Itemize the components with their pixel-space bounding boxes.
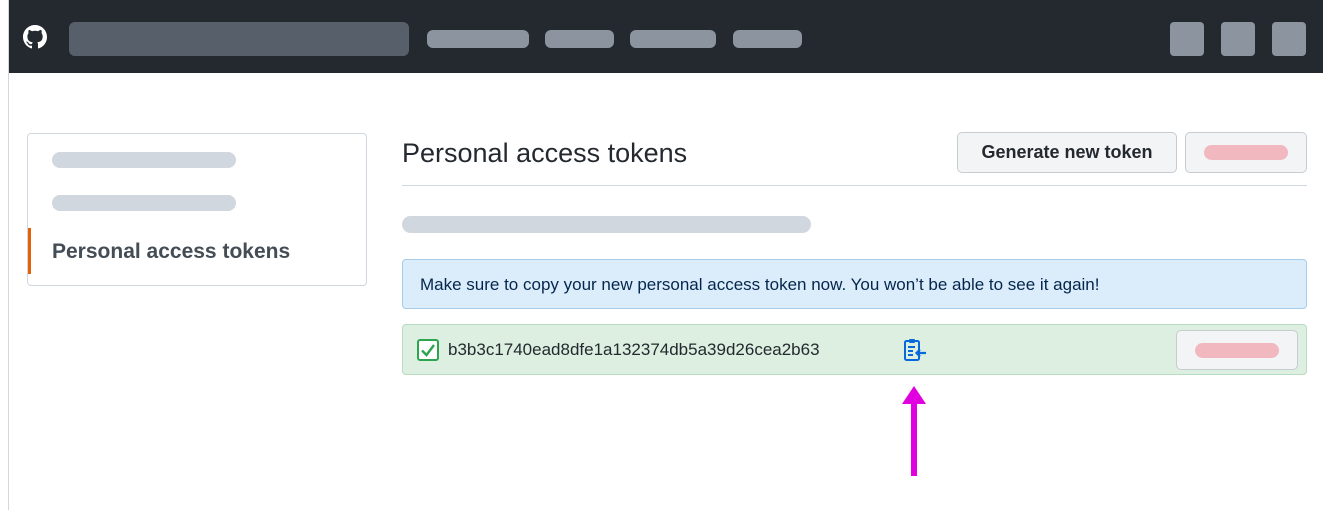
clipboard-copy-icon[interactable] — [902, 337, 928, 363]
page-title: Personal access tokens — [402, 138, 688, 168]
user-avatar[interactable] — [1272, 22, 1306, 56]
nav-link-3[interactable] — [630, 30, 716, 48]
description-placeholder — [402, 216, 811, 233]
info-message-text: Make sure to copy your new personal acce… — [420, 275, 1100, 294]
github-logo-icon[interactable] — [23, 25, 47, 49]
nav-link-2[interactable] — [545, 30, 614, 48]
sidebar-item-label: Personal access tokens — [52, 240, 291, 263]
nav-link-1[interactable] — [427, 30, 529, 48]
generate-new-token-button[interactable]: Generate new token — [957, 132, 1177, 173]
browser-frame: Personal access tokens Personal access t… — [8, 0, 1323, 510]
annotation-arrow-icon — [902, 386, 926, 476]
sidebar-item-personal-access-tokens[interactable]: Personal access tokens — [28, 228, 364, 274]
info-flash-message: Make sure to copy your new personal acce… — [402, 259, 1307, 309]
check-icon — [417, 339, 439, 361]
search-input[interactable] — [69, 22, 409, 56]
notifications-button[interactable] — [1170, 22, 1204, 56]
sidebar-item-placeholder-1[interactable] — [52, 152, 236, 168]
settings-sidebar: Personal access tokens — [27, 133, 367, 286]
revoke-all-button[interactable] — [1185, 132, 1307, 173]
nav-link-4[interactable] — [733, 30, 802, 48]
top-navigation-bar — [9, 0, 1323, 73]
new-token-row: b3b3c1740ead8dfe1a132374db5a39d26cea2b63 — [402, 324, 1307, 375]
token-value: b3b3c1740ead8dfe1a132374db5a39d26cea2b63 — [448, 340, 820, 359]
sidebar-item-placeholder-2[interactable] — [52, 195, 236, 211]
revoke-all-label-placeholder — [1204, 145, 1288, 160]
delete-label-placeholder — [1195, 343, 1279, 358]
delete-token-button[interactable] — [1176, 330, 1298, 370]
create-new-button[interactable] — [1221, 22, 1255, 56]
header-divider — [402, 185, 1307, 186]
